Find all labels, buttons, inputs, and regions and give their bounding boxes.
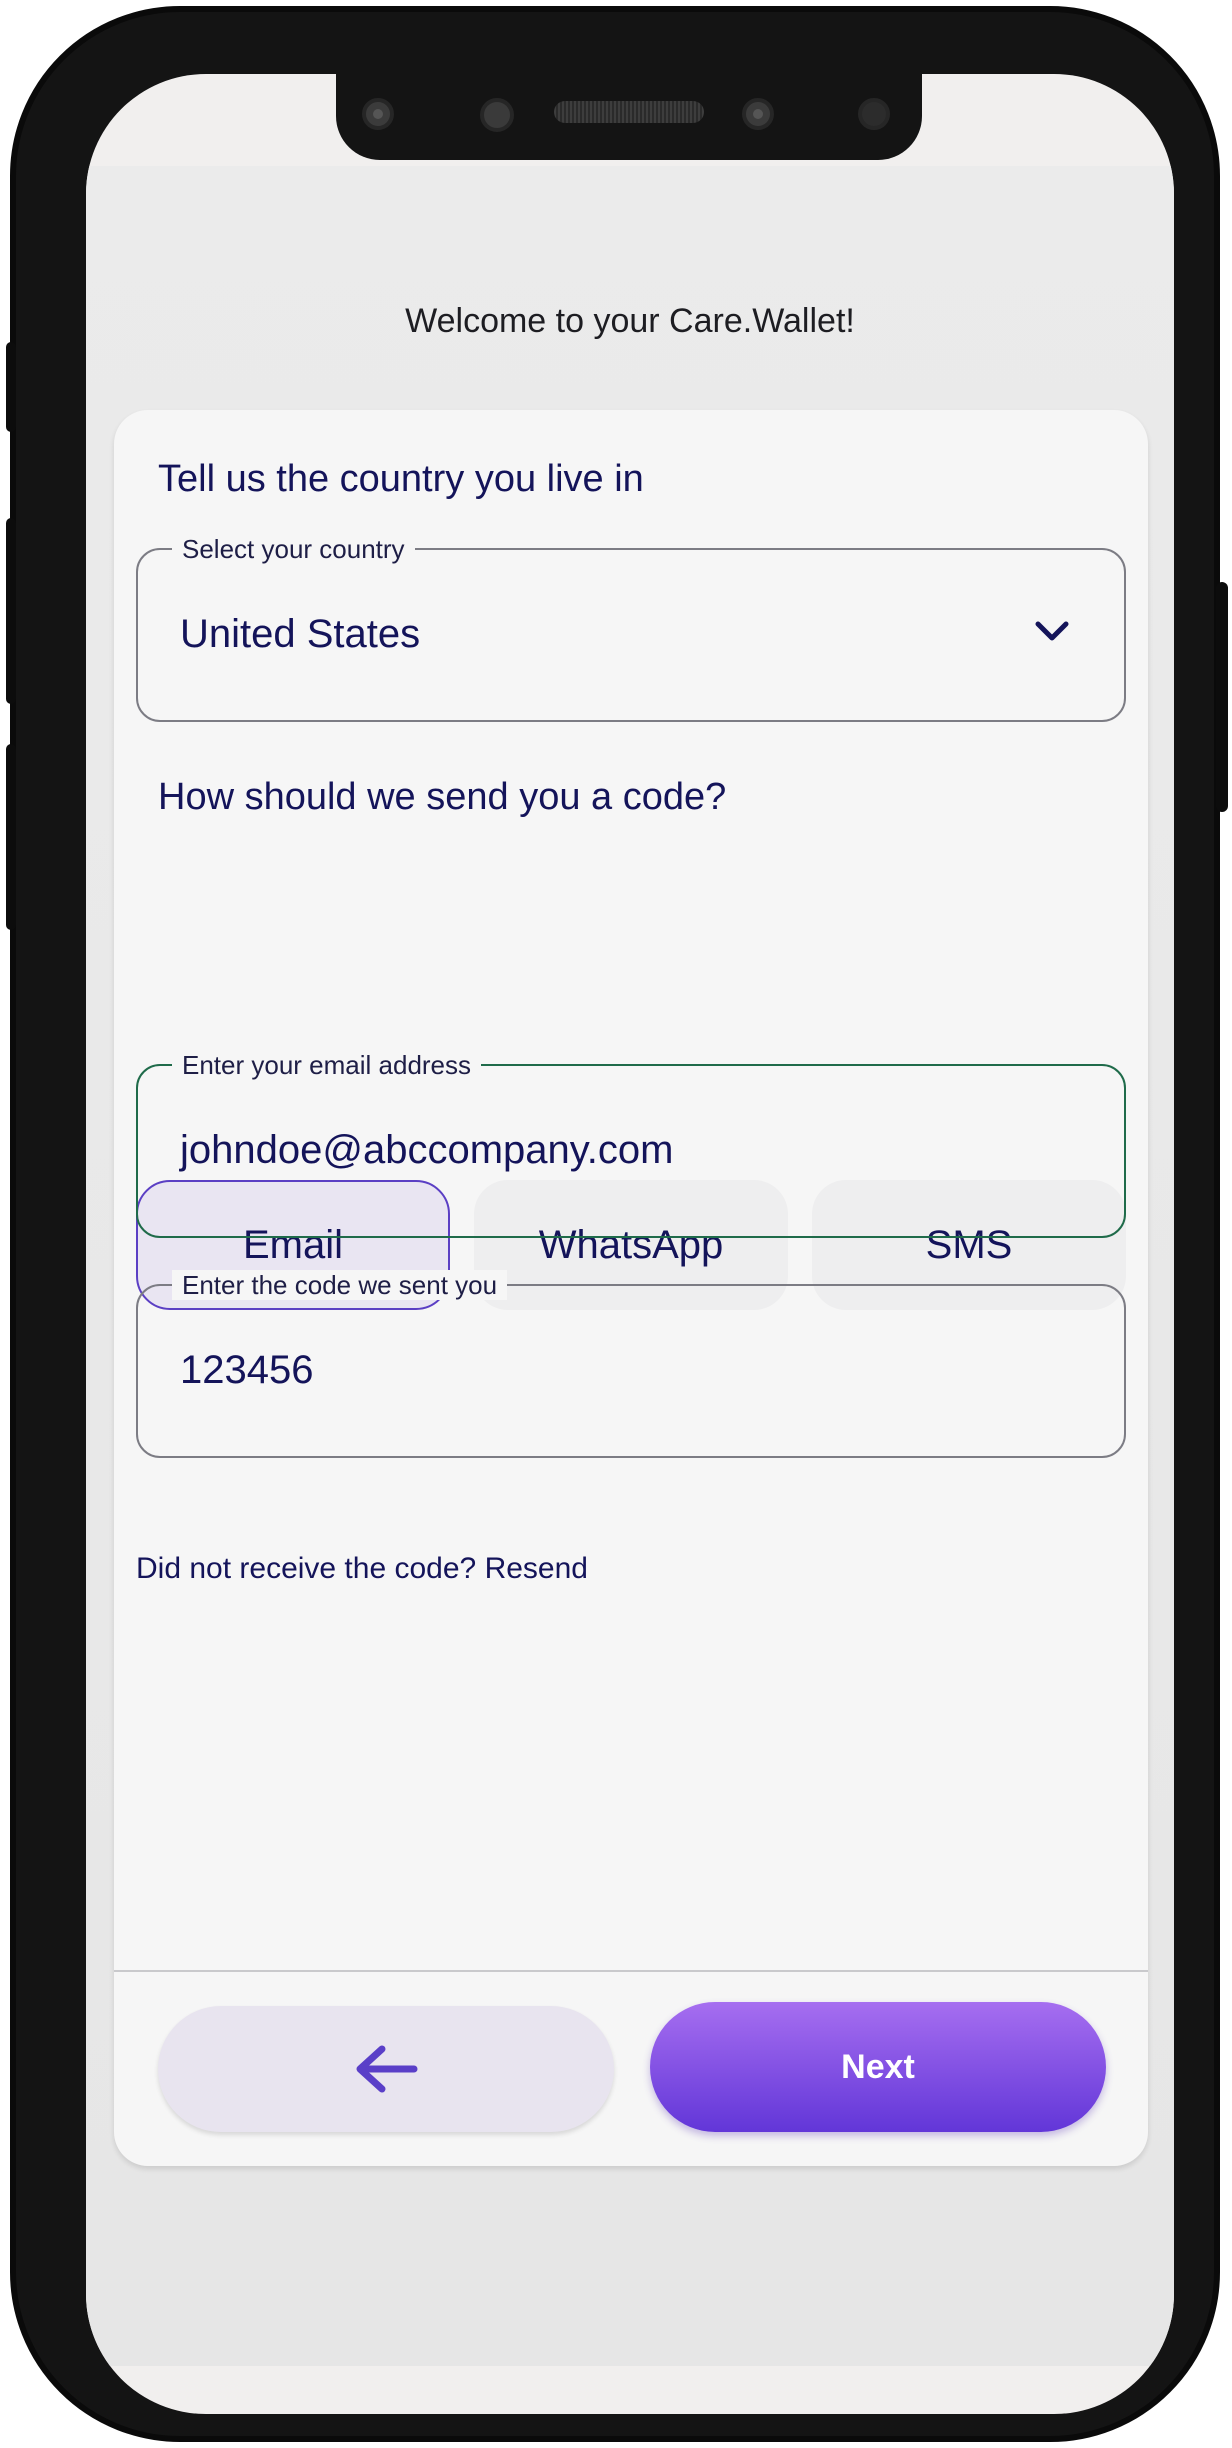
side-button-left-middle [6, 518, 16, 704]
camera-notch [336, 74, 922, 160]
chevron-down-icon[interactable] [1034, 620, 1070, 644]
screen: Welcome to your Care.Wallet! Tell us the… [86, 74, 1174, 2414]
proximity-sensor-icon [858, 98, 890, 130]
country-select-label: Select your country [172, 534, 415, 564]
country-select[interactable]: Select your country United States [136, 534, 1126, 722]
phone-frame: Welcome to your Care.Wallet! Tell us the… [6, 6, 1228, 2442]
side-button-left-top [6, 342, 16, 432]
signup-card: Tell us the country you live in Select y… [114, 410, 1148, 2166]
back-button[interactable] [158, 2006, 614, 2132]
sensor-icon [480, 98, 514, 132]
code-field[interactable]: Enter the code we sent you 123456 [136, 1270, 1126, 1458]
welcome-title: Welcome to your Care.Wallet! [405, 302, 855, 340]
email-field[interactable]: Enter your email address johndoe@abccomp… [136, 1050, 1126, 1238]
resend-row: Did not receive the code? Resend [136, 1552, 588, 1586]
resend-prompt: Did not receive the code? [136, 1552, 477, 1585]
country-heading: Tell us the country you live in [158, 458, 644, 500]
app-content: Welcome to your Care.Wallet! Tell us the… [86, 166, 1174, 2366]
code-field-label: Enter the code we sent you [172, 1270, 508, 1300]
email-field-label: Enter your email address [172, 1050, 482, 1080]
next-button[interactable]: Next [650, 2002, 1106, 2132]
next-button-label: Next [841, 2047, 915, 2086]
side-button-right [1216, 582, 1228, 812]
secondary-camera-icon [742, 98, 774, 130]
resend-link[interactable]: Resend [485, 1552, 588, 1585]
code-method-heading: How should we send you a code? [158, 776, 727, 818]
code-field-value[interactable]: 123456 [180, 1348, 313, 1393]
speaker-grille [554, 101, 704, 123]
side-button-left-bottom [6, 744, 16, 930]
arrow-left-icon [356, 2045, 418, 2093]
front-camera-icon [362, 98, 394, 130]
footer-divider [114, 1970, 1148, 1972]
country-select-value: United States [180, 612, 421, 656]
email-field-value[interactable]: johndoe@abccompany.com [180, 1128, 673, 1173]
